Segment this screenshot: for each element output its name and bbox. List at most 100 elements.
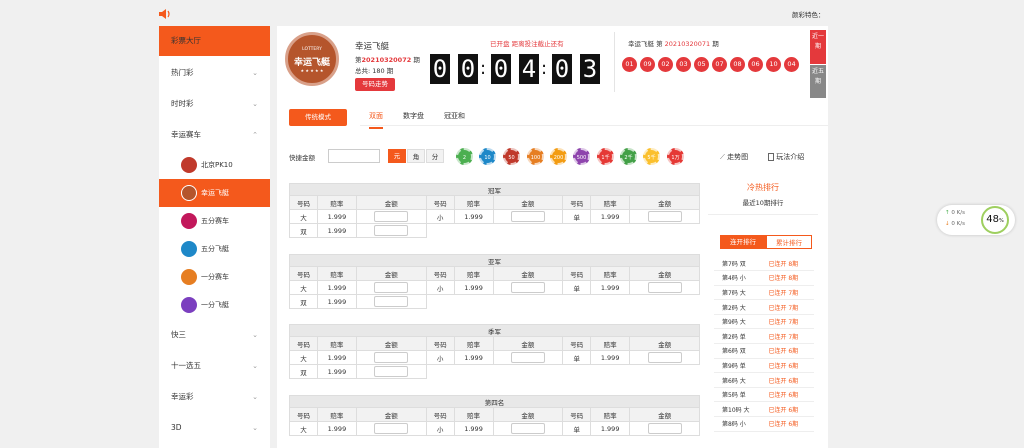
bet-option[interactable]: 小 xyxy=(425,209,455,224)
chip-50[interactable]: 50 xyxy=(503,148,520,165)
chip-1k[interactable]: 1千 xyxy=(597,148,614,165)
table-row: 第10码 大已连开 6期 xyxy=(714,401,814,418)
column-header: 号码 xyxy=(562,266,592,281)
network-speed-widget[interactable]: ↑ 0 K/s ↓ 0 K/s 48% xyxy=(937,205,1015,235)
odds-value: 1.999 xyxy=(316,223,357,238)
amount-input[interactable] xyxy=(647,352,682,363)
tab-cumulative-rank[interactable]: 累计排行 xyxy=(766,235,812,249)
amount-input[interactable] xyxy=(510,282,545,293)
sidebar-subitem-yfsc[interactable]: 一分赛车 xyxy=(159,263,270,291)
bet-option[interactable]: 单 xyxy=(562,209,592,224)
classic-mode-button[interactable]: 传统模式 xyxy=(289,109,347,126)
chip-100[interactable]: 100 xyxy=(527,148,544,165)
chip-2k[interactable]: 2千 xyxy=(620,148,637,165)
rank-name: 第5码 单 xyxy=(714,387,769,403)
sidebar-subitem-xyft[interactable]: 幸运飞艇 xyxy=(159,179,270,207)
bet-option[interactable]: 大 xyxy=(289,209,318,224)
amount-input[interactable] xyxy=(374,282,409,293)
amount-input[interactable] xyxy=(374,352,409,363)
sidebar-item-lucky[interactable]: 幸运彩 ⌄ xyxy=(159,382,270,412)
chip-200[interactable]: 200 xyxy=(550,148,567,165)
sidebar-item-racing[interactable]: 幸运赛车 ⌃ xyxy=(159,120,270,150)
amount-input[interactable] xyxy=(374,211,409,222)
line-chart-icon: ⟋ xyxy=(720,153,725,161)
divider xyxy=(614,32,615,92)
sidebar-item-lottery-hall[interactable]: 彩票大厅 xyxy=(159,26,270,56)
tab-number-board[interactable]: 数字盘 xyxy=(403,111,424,121)
recent-5-button[interactable]: 近五期 xyxy=(810,65,826,98)
table-row: 第9码 大已连开 7期 xyxy=(714,314,814,330)
amount-input[interactable] xyxy=(374,366,409,377)
bet-option[interactable]: 双 xyxy=(289,294,318,309)
amount-input[interactable] xyxy=(647,423,682,434)
odds-value: 1.999 xyxy=(453,209,494,224)
result-ball: 09 xyxy=(640,57,655,72)
chip-500[interactable]: 500 xyxy=(573,148,590,165)
amount-cell xyxy=(629,350,700,365)
odds-value: 1.999 xyxy=(453,421,494,436)
sidebar-item-hot[interactable]: 热门彩 ⌄ xyxy=(159,58,270,88)
unit-fen-button[interactable]: 分 xyxy=(426,149,444,163)
amount-input[interactable] xyxy=(510,423,545,434)
sidebar-item-3d[interactable]: 3D ⌄ xyxy=(159,413,270,443)
bet-option[interactable]: 单 xyxy=(562,421,592,436)
bet-option[interactable]: 单 xyxy=(562,280,592,295)
column-header: 金额 xyxy=(355,195,427,210)
tab-champion-sum[interactable]: 冠亚和 xyxy=(444,111,465,121)
chip-5k[interactable]: 5千 xyxy=(643,148,660,165)
trend-chart-link[interactable]: ⟋ 走势图 xyxy=(720,152,748,162)
column-header: 赔率 xyxy=(453,336,494,351)
color-theme-label[interactable]: 颜彩特色： xyxy=(792,9,825,19)
section-title: 季军 xyxy=(289,324,700,337)
table-row: 双 1.999 xyxy=(289,364,700,379)
result-ball: 06 xyxy=(748,57,763,72)
sidebar-subitem-wfsc[interactable]: 五分赛车 xyxy=(159,207,270,235)
chip-10k[interactable]: 1万 xyxy=(667,148,684,165)
bet-option[interactable]: 小 xyxy=(425,280,455,295)
column-header: 号码 xyxy=(425,195,455,210)
sidebar-subitem-yfft[interactable]: 一分飞艇 xyxy=(159,291,270,319)
recent-1-button[interactable]: 近一期 xyxy=(810,30,826,64)
bet-option[interactable]: 小 xyxy=(425,421,455,436)
bet-option[interactable]: 大 xyxy=(289,280,318,295)
trend-button[interactable]: 号码走势 xyxy=(355,78,395,91)
amount-input[interactable] xyxy=(374,296,409,307)
ranking-subtitle: 最近10期排行 xyxy=(742,199,784,207)
table-row: 第7码 双已连开 8期 xyxy=(714,256,814,272)
amount-input[interactable] xyxy=(510,211,545,222)
unit-yuan-button[interactable]: 元 xyxy=(388,149,406,163)
bet-option[interactable]: 大 xyxy=(289,421,318,436)
chevron-down-icon: ⌄ xyxy=(252,69,258,77)
bet-option[interactable]: 小 xyxy=(425,350,455,365)
chip-2[interactable]: 2 xyxy=(456,148,473,165)
table-row: 第6码 双已连开 6期 xyxy=(714,343,814,359)
column-header: 号码 xyxy=(289,336,318,351)
unit-jiao-button[interactable]: 角 xyxy=(407,149,425,163)
chip-10[interactable]: 10 xyxy=(479,148,496,165)
bet-option[interactable]: 双 xyxy=(289,223,318,238)
sidebar-item-k3[interactable]: 快三 ⌄ xyxy=(159,320,270,350)
sidebar-item-ssc[interactable]: 时时彩 ⌄ xyxy=(159,89,270,119)
sidebar-subitem-bjpk10[interactable]: 北京PK10 xyxy=(159,151,270,179)
sidebar: 彩票大厅 热门彩 ⌄ 时时彩 ⌄ 幸运赛车 ⌃ 北京PK10 幸运飞艇 五分赛车 五分… xyxy=(159,26,270,448)
column-header: 赔率 xyxy=(316,336,357,351)
amount-input[interactable] xyxy=(647,282,682,293)
tab-double-side[interactable]: 双面 xyxy=(369,111,383,129)
amount-input[interactable] xyxy=(510,352,545,363)
sidebar-subitem-wfft[interactable]: 五分飞艇 xyxy=(159,235,270,263)
countdown-digit: 0 xyxy=(458,54,478,84)
amount-input[interactable] xyxy=(374,423,409,434)
amount-cell xyxy=(355,364,427,379)
speaker-icon[interactable] xyxy=(159,9,171,19)
quick-amount-input[interactable] xyxy=(328,149,380,163)
column-header: 号码 xyxy=(289,407,318,422)
bet-option[interactable]: 双 xyxy=(289,364,318,379)
bet-option[interactable]: 大 xyxy=(289,350,318,365)
amount-input[interactable] xyxy=(647,211,682,222)
amount-input[interactable] xyxy=(374,225,409,236)
sidebar-item-11x5[interactable]: 十一选五 ⌄ xyxy=(159,351,270,381)
rules-link[interactable]: 玩法介绍 xyxy=(768,152,804,162)
rank-value: 已连开 7期 xyxy=(768,328,814,345)
bet-option[interactable]: 单 xyxy=(562,350,592,365)
tab-consecutive-rank[interactable]: 连开排行 xyxy=(720,235,766,249)
